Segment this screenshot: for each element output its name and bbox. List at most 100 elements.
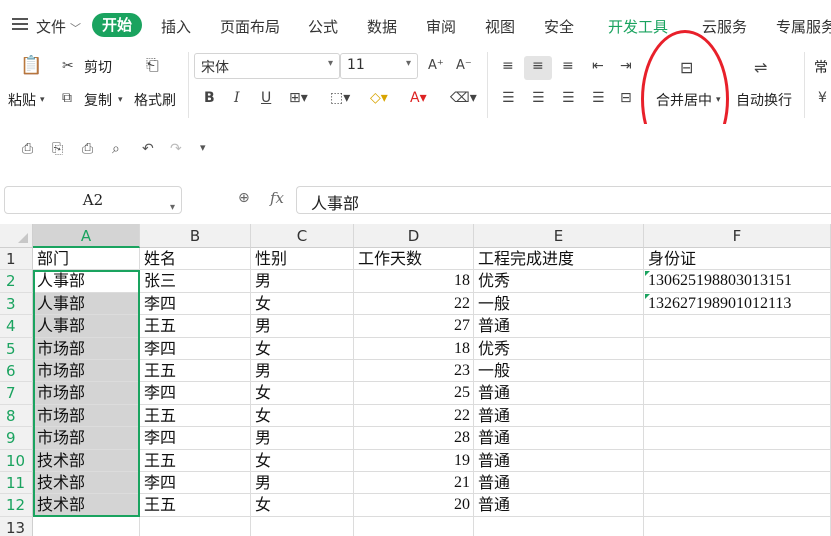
tab-developer[interactable]: 开发工具 — [608, 16, 668, 37]
row-header[interactable]: 4 — [0, 315, 33, 338]
cell-b9[interactable]: 李四 — [140, 427, 251, 450]
tab-view[interactable]: 视图 — [485, 16, 515, 37]
row-header[interactable]: 9 — [0, 427, 33, 450]
cell-d7[interactable]: 25 — [354, 382, 474, 405]
cell-d8[interactable]: 22 — [354, 404, 474, 428]
cell-c5[interactable]: 女 — [251, 337, 354, 360]
column-header-b[interactable]: B — [140, 224, 251, 248]
cell-a12[interactable]: 技术部 — [33, 494, 140, 517]
cell-f12[interactable] — [644, 494, 831, 517]
cell-b5[interactable]: 李四 — [140, 337, 251, 360]
underline-icon[interactable]: U — [261, 90, 271, 106]
cell-e7[interactable]: 普通 — [474, 382, 644, 405]
font-name-select[interactable]: 宋体 ▾ — [194, 53, 340, 79]
column-header-d[interactable]: D — [354, 224, 474, 248]
cell-a5[interactable]: 市场部 — [33, 337, 140, 360]
font-size-select[interactable]: 11 ▾ — [340, 53, 418, 79]
cell-b7[interactable]: 李四 — [140, 382, 251, 405]
cell-a1[interactable]: 部门 — [33, 248, 140, 271]
cell-b11[interactable]: 李四 — [140, 472, 251, 495]
cell-c8[interactable]: 女 — [251, 404, 354, 428]
cell-a7[interactable]: 市场部 — [33, 382, 140, 405]
cell-e1[interactable]: 工程完成进度 — [474, 248, 644, 271]
save-icon[interactable]: ⎙ — [22, 141, 33, 157]
scissors-icon[interactable]: ✂ — [62, 58, 74, 74]
cell-f2[interactable]: 130625198803013151 — [644, 270, 831, 293]
wrap-text-icon[interactable]: ⇌ — [754, 60, 767, 76]
cell-e12[interactable]: 普通 — [474, 494, 644, 517]
format-painter-button[interactable]: 格式刷 — [134, 90, 176, 110]
column-header-c[interactable]: C — [251, 224, 354, 248]
cell-f4[interactable] — [644, 315, 831, 338]
cell-a3[interactable]: 人事部 — [33, 292, 140, 316]
cell-e4[interactable]: 普通 — [474, 315, 644, 338]
cell-b13[interactable] — [140, 516, 251, 536]
row-header[interactable]: 13 — [0, 516, 33, 536]
border-icon[interactable]: ⊞▾ — [289, 90, 308, 106]
align-right-icon[interactable]: ☰ — [562, 90, 575, 106]
cell-c12[interactable]: 女 — [251, 494, 354, 517]
wrap-text-button[interactable]: 自动换行 — [736, 90, 792, 110]
column-header-e[interactable]: E — [474, 224, 644, 248]
cell-a4[interactable]: 人事部 — [33, 315, 140, 338]
print-icon[interactable]: ⎙ — [82, 141, 93, 157]
cell-b3[interactable]: 李四 — [140, 292, 251, 316]
cell-e3[interactable]: 一般 — [474, 292, 644, 316]
fill-pattern-icon[interactable]: ⬚▾ — [330, 90, 350, 106]
paste-button[interactable]: 粘贴 — [8, 90, 36, 110]
cell-d11[interactable]: 21 — [354, 472, 474, 495]
cell-e2[interactable]: 优秀 — [474, 270, 644, 293]
cell-f11[interactable] — [644, 472, 831, 495]
cell-f7[interactable] — [644, 382, 831, 405]
cell-a11[interactable]: 技术部 — [33, 472, 140, 495]
cell-f3[interactable]: 132627198901012113 — [644, 292, 831, 316]
cell-c7[interactable]: 女 — [251, 382, 354, 405]
cell-b1[interactable]: 姓名 — [140, 248, 251, 271]
tab-formulas[interactable]: 公式 — [308, 16, 338, 37]
cell-e5[interactable]: 优秀 — [474, 337, 644, 360]
cell-c6[interactable]: 男 — [251, 360, 354, 383]
row-header[interactable]: 7 — [0, 382, 33, 405]
row-header[interactable]: 6 — [0, 360, 33, 383]
tab-page-layout[interactable]: 页面布局 — [220, 16, 280, 37]
copy-icon[interactable]: ⧉ — [62, 90, 72, 106]
customize-toolbar-icon[interactable]: ▾ — [200, 141, 206, 154]
decrease-font-icon[interactable]: A⁻ — [456, 58, 472, 74]
cell-d10[interactable]: 19 — [354, 449, 474, 472]
cell-d9[interactable]: 28 — [354, 427, 474, 450]
cell-e9[interactable]: 普通 — [474, 427, 644, 450]
cell-c9[interactable]: 男 — [251, 427, 354, 450]
cell-b2[interactable]: 张三 — [140, 270, 251, 293]
cell-f5[interactable] — [644, 337, 831, 360]
align-left-icon[interactable]: ☰ — [502, 90, 515, 106]
cell-e11[interactable]: 普通 — [474, 472, 644, 495]
cell-d6[interactable]: 23 — [354, 360, 474, 383]
print-preview-icon[interactable]: ⌕ — [112, 141, 120, 157]
hamburger-menu-icon[interactable] — [12, 18, 28, 30]
cell-c13[interactable] — [251, 516, 354, 536]
align-top-icon[interactable]: ≡ — [502, 58, 514, 74]
align-bottom-icon[interactable]: ≡ — [562, 58, 574, 74]
cell-f1[interactable]: 身份证 — [644, 248, 831, 271]
tab-home[interactable]: 开始 — [92, 13, 142, 37]
undo-icon[interactable]: ↶ — [142, 141, 154, 157]
cell-b8[interactable]: 王五 — [140, 404, 251, 428]
export-pdf-icon[interactable]: ⎘ — [52, 141, 63, 157]
cell-c4[interactable]: 男 — [251, 315, 354, 338]
bold-icon[interactable]: B — [204, 90, 215, 106]
cell-d13[interactable] — [354, 516, 474, 536]
justify-icon[interactable]: ☰ — [592, 90, 605, 106]
cell-d12[interactable]: 20 — [354, 494, 474, 517]
font-color-icon[interactable]: A▾ — [410, 90, 427, 106]
cell-d2[interactable]: 18 — [354, 270, 474, 293]
cell-b12[interactable]: 王五 — [140, 494, 251, 517]
cell-f13[interactable] — [644, 516, 831, 536]
column-header-a[interactable]: A — [33, 224, 140, 248]
cell-e13[interactable] — [474, 516, 644, 536]
cell-b10[interactable]: 王五 — [140, 449, 251, 472]
name-box[interactable]: A2 ▾ — [4, 186, 182, 214]
formula-input[interactable]: 人事部 — [296, 186, 831, 214]
column-header-f[interactable]: F — [644, 224, 831, 248]
row-header[interactable]: 1 — [0, 248, 33, 271]
tab-insert[interactable]: 插入 — [161, 16, 191, 37]
